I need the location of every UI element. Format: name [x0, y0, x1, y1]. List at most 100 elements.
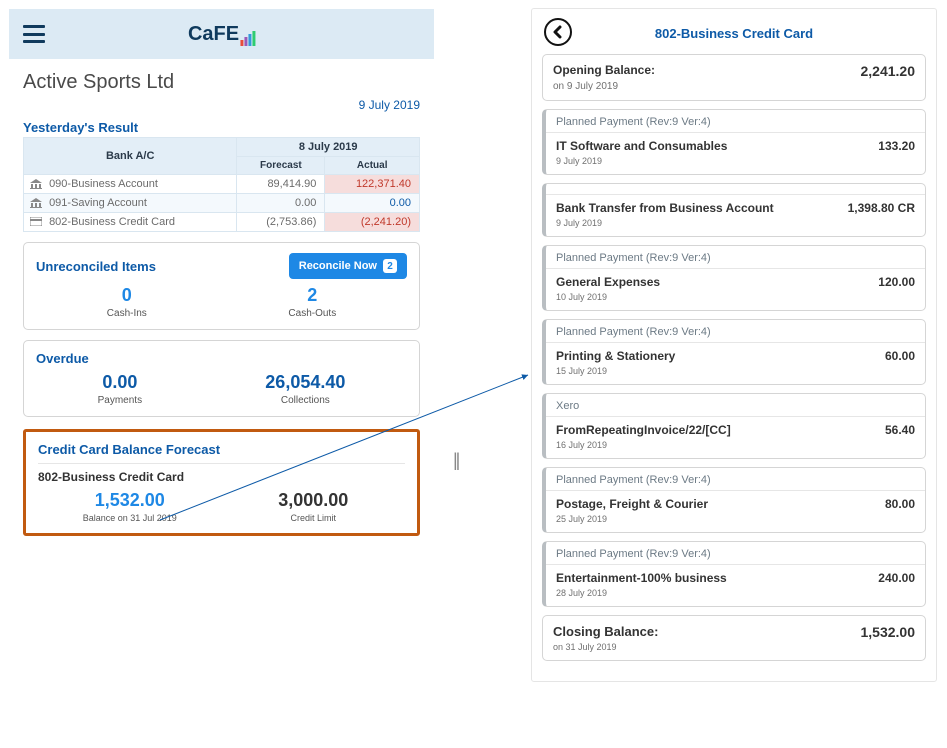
- transaction-category: Planned Payment (Rev:9 Ver:4): [546, 542, 925, 564]
- col-actual: Actual: [325, 157, 420, 175]
- transaction-amount: 80.00: [885, 497, 915, 511]
- cash-outs-label: Cash-Outs: [288, 308, 336, 319]
- transaction-date: 25 July 2019: [556, 514, 915, 524]
- transaction-category: [546, 184, 925, 194]
- transaction-category: Xero: [546, 394, 925, 416]
- transaction-card[interactable]: Planned Payment (Rev:9 Ver:4) Entertainme…: [542, 541, 926, 607]
- forecast-title: Credit Card Balance Forecast: [38, 442, 405, 457]
- transaction-date: 10 July 2019: [556, 292, 915, 302]
- payments-label: Payments: [98, 395, 142, 406]
- transaction-card[interactable]: Planned Payment (Rev:9 Ver:4) IT Software…: [542, 109, 926, 175]
- transaction-amount: 1,398.80 CR: [848, 201, 915, 215]
- transaction-card[interactable]: Bank Transfer from Business Account1,398…: [542, 183, 926, 237]
- collections-value: 26,054.40: [265, 372, 345, 393]
- yesterday-title: Yesterday's Result: [23, 120, 420, 135]
- transaction-category: Planned Payment (Rev:9 Ver:4): [546, 320, 925, 342]
- report-date: 9 July 2019: [23, 98, 420, 112]
- forecast-cell: 0.00: [237, 194, 325, 213]
- logo-bars-icon: [240, 31, 255, 46]
- actual-cell: 122,371.40: [325, 175, 420, 194]
- cash-ins-label: Cash-Ins: [107, 308, 147, 319]
- balance-value: 1,532.00: [38, 490, 222, 511]
- col-bank: Bank A/C: [24, 138, 237, 175]
- logo-text: CaFE: [188, 23, 239, 46]
- back-button[interactable]: [544, 18, 572, 46]
- transaction-card[interactable]: XeroFromRepeatingInvoice/22/[CC]56.4016 …: [542, 393, 926, 459]
- table-row[interactable]: 090-Business Account 89,414.90 122,371.4…: [24, 175, 420, 194]
- cash-outs-value: 2: [288, 285, 336, 306]
- reconcile-now-button[interactable]: Reconcile Now 2: [289, 253, 407, 279]
- forecast-cell: (2,753.86): [237, 213, 325, 232]
- transaction-date: 9 July 2019: [556, 218, 915, 228]
- header-bar: CaFE: [9, 9, 434, 59]
- actual-cell: (2,241.20): [325, 213, 420, 232]
- closing-date: on 31 July 2019: [553, 642, 658, 652]
- col-forecast: Forecast: [237, 157, 325, 175]
- vertical-divider-icon: ||: [453, 450, 458, 471]
- transaction-date: 28 July 2019: [556, 588, 915, 598]
- reconcile-count-badge: 2: [383, 259, 397, 273]
- bank-icon: [30, 198, 42, 208]
- actual-cell: 0.00: [325, 194, 420, 213]
- transaction-card[interactable]: Planned Payment (Rev:9 Ver:4)Postage, Fr…: [542, 467, 926, 533]
- app-logo: CaFE: [188, 23, 255, 46]
- transaction-category: Planned Payment (Rev:9 Ver:4): [546, 246, 925, 268]
- collections-label: Collections: [265, 395, 345, 406]
- acct-name: 090-Business Account: [49, 178, 158, 190]
- transaction-amount: 60.00: [885, 349, 915, 363]
- table-row[interactable]: 091-Saving Account 0.00 0.00: [24, 194, 420, 213]
- bank-icon: [30, 179, 42, 189]
- transaction-date: 15 July 2019: [556, 366, 915, 376]
- cash-ins-value: 0: [107, 285, 147, 306]
- cash-outs-block[interactable]: 2 Cash-Outs: [288, 285, 336, 319]
- payments-block[interactable]: 0.00 Payments: [98, 372, 142, 406]
- balance-label: Balance on 31 Jul 2019: [38, 513, 222, 523]
- overdue-card: Overdue 0.00 Payments 26,054.40 Collecti…: [23, 340, 420, 417]
- detail-title: 802-Business Credit Card: [655, 26, 813, 41]
- opening-date: on 9 July 2019: [553, 81, 655, 92]
- closing-amount: 1,532.00: [861, 624, 916, 640]
- opening-label: Opening Balance:: [553, 63, 655, 77]
- limit-value: 3,000.00: [222, 490, 406, 511]
- transaction-desc: Entertainment-100% business: [556, 571, 727, 585]
- transaction-category: Planned Payment (Rev:9 Ver:4): [546, 110, 925, 132]
- col-date: 8 July 2019: [237, 138, 420, 157]
- transaction-amount: 120.00: [878, 275, 915, 289]
- forecast-cell: 89,414.90: [237, 175, 325, 194]
- payments-value: 0.00: [98, 372, 142, 393]
- transaction-card[interactable]: Planned Payment (Rev:9 Ver:4) Printing & …: [542, 319, 926, 385]
- transaction-desc: Postage, Freight & Courier: [556, 497, 708, 511]
- hamburger-menu-icon[interactable]: [23, 25, 45, 43]
- yesterday-table: Bank A/C 8 July 2019 Forecast Actual 090…: [23, 137, 420, 232]
- transaction-amount: 133.20: [878, 139, 915, 153]
- limit-label: Credit Limit: [222, 513, 406, 523]
- unreconciled-title: Unreconciled Items: [36, 259, 156, 274]
- limit-block[interactable]: 3,000.00 Credit Limit: [222, 490, 406, 523]
- acct-name: 091-Saving Account: [49, 197, 147, 209]
- cash-ins-block[interactable]: 0 Cash-Ins: [107, 285, 147, 319]
- opening-amount: 2,241.20: [861, 63, 916, 79]
- forecast-card: Credit Card Balance Forecast 802-Busines…: [23, 429, 420, 536]
- transaction-amount: 240.00: [878, 571, 915, 585]
- transaction-date: 9 July 2019: [556, 156, 915, 166]
- collections-block[interactable]: 26,054.40 Collections: [265, 372, 345, 406]
- transaction-desc: FromRepeatingInvoice/22/[CC]: [556, 423, 731, 437]
- card-icon: [30, 217, 42, 227]
- transaction-desc: IT Software and Consumables: [556, 139, 727, 153]
- transaction-amount: 56.40: [885, 423, 915, 437]
- transaction-desc: General Expenses: [556, 275, 660, 289]
- closing-label: Closing Balance:: [553, 624, 658, 639]
- acct-name: 802-Business Credit Card: [49, 216, 175, 228]
- transaction-card[interactable]: Planned Payment (Rev:9 Ver:4) General Exp…: [542, 245, 926, 311]
- overdue-title: Overdue: [36, 351, 407, 366]
- opening-balance-card: Opening Balance: on 9 July 2019 2,241.20: [542, 54, 926, 101]
- table-row[interactable]: 802-Business Credit Card (2,753.86) (2,2…: [24, 213, 420, 232]
- company-name: Active Sports Ltd: [23, 71, 420, 94]
- balance-block[interactable]: 1,532.00 Balance on 31 Jul 2019: [38, 490, 222, 523]
- arrow-left-icon: [551, 25, 565, 39]
- transaction-desc: Printing & Stationery: [556, 349, 675, 363]
- detail-panel: 802-Business Credit Card Opening Balance…: [531, 8, 937, 682]
- reconcile-label: Reconcile Now: [299, 260, 377, 272]
- closing-balance-card: Closing Balance: on 31 July 2019 1,532.0…: [542, 615, 926, 661]
- forecast-account: 802-Business Credit Card: [38, 470, 405, 484]
